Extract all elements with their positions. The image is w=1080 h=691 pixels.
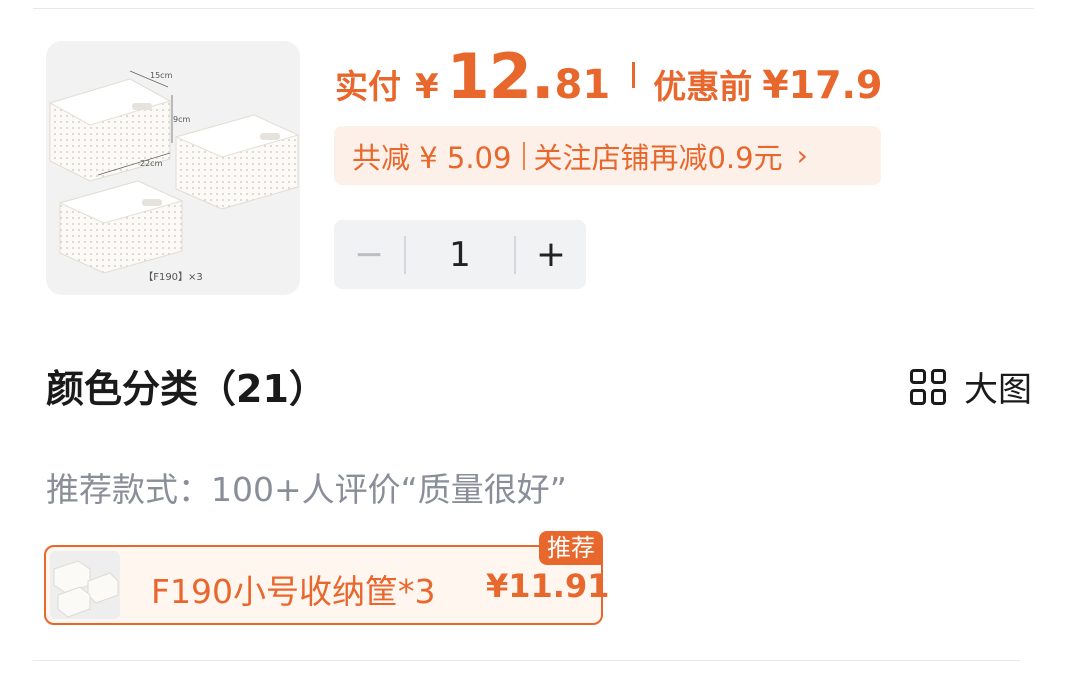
follow-store-text: 关注店铺再减0.9元 [533,140,783,175]
recommend-badge: 推荐 [539,531,603,565]
increase-quantity-button[interactable]: + [516,234,586,275]
paid-currency: ¥ [415,67,439,107]
paid-price-integer: 12 [446,40,532,113]
grid-icon [910,368,946,405]
quantity-value[interactable]: 1 [406,235,514,275]
dim-height-label: 9cm [173,115,191,124]
top-divider [33,8,1034,9]
chevron-right-icon: › [796,139,808,172]
quantity-stepper: − 1 + [334,220,586,289]
big-image-toggle[interactable]: 大图 [910,362,1032,411]
total-saved-text: 共减 ¥ 5.09 [352,140,512,175]
original-price-label: 优惠前 [653,67,753,106]
dim-width-label: 15cm [150,71,173,80]
bottom-divider [33,660,1020,661]
discount-detail-button[interactable]: 共减 ¥ 5.09 关注店铺再减0.9元 › [334,126,881,185]
price-row: 实付 ¥ 12 . 81 优惠前 ¥17.9 [335,40,883,113]
variant-option-f190[interactable]: F190小号收纳筐*3 ¥11.91 推荐 [44,531,609,625]
product-image[interactable]: 15cm 9cm 22cm 【F190】×3 [46,41,300,295]
color-category-title: 颜色分类（21） [46,367,327,411]
variant-name: F190小号收纳筐*3 [151,572,436,611]
paid-label: 实付 [335,67,401,106]
variant-thumbnail [50,551,120,619]
variant-price: ¥11.91 [486,567,610,605]
original-price: ¥17.9 [762,63,883,107]
paid-price-dot: . [530,40,555,113]
dim-length-label: 22cm [140,159,163,168]
discount-separator [523,141,526,170]
big-image-label: 大图 [964,370,1032,410]
recommended-style-text: 推荐款式：100+人评价“质量很好” [46,470,567,509]
paid-price-decimal: 81 [554,62,611,108]
basket-illustration [48,70,300,274]
decrease-quantity-button[interactable]: − [334,234,404,275]
price-separator [632,62,636,88]
image-caption: 【F190】×3 [143,272,203,283]
